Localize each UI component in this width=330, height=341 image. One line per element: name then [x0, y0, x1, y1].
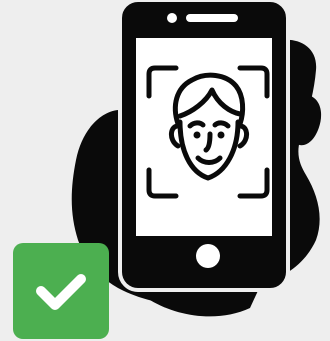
face-id-illustration: [0, 0, 330, 341]
front-camera-icon: [167, 13, 177, 23]
illustration-svg: [13, 0, 322, 339]
home-button-icon: [196, 244, 220, 268]
checkmark-icon: [13, 243, 109, 339]
smartphone-icon: [118, 0, 290, 292]
speaker-slot: [186, 14, 238, 22]
